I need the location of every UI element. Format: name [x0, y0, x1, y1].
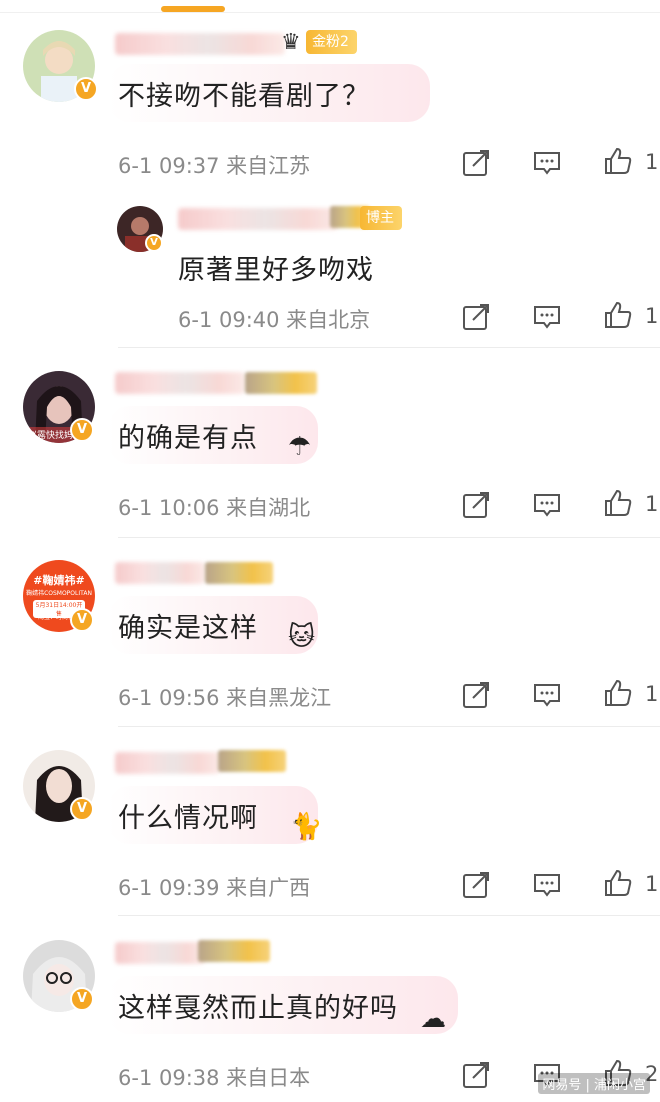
thumbs-up-icon[interactable]	[603, 300, 633, 330]
comment-icon[interactable]	[532, 302, 562, 332]
comment-icon[interactable]	[532, 870, 562, 900]
verified-badge-icon: V	[70, 797, 94, 821]
badge-blurred	[198, 940, 270, 962]
sticker-icon: 🐈	[290, 812, 323, 842]
author-badge: 博主	[360, 206, 402, 230]
username-blurred[interactable]	[115, 562, 205, 584]
crown-icon: ♛	[281, 30, 301, 55]
fan-level-badge: 金粉2	[306, 30, 357, 54]
avatar-tag: #鞠婧祎#	[33, 574, 85, 587]
comment-meta: 6-1 10:06 来自湖北	[118, 496, 311, 520]
verified-badge-icon: V	[70, 418, 94, 442]
share-icon[interactable]	[461, 148, 491, 178]
comment-text: 确实是这样	[118, 613, 258, 644]
top-divider	[0, 12, 660, 13]
badge-blurred	[218, 750, 286, 772]
comment-meta: 6-1 09:40 来自北京	[178, 308, 371, 332]
sticker-icon: ☂	[288, 432, 312, 462]
share-icon[interactable]	[461, 302, 491, 332]
divider	[118, 726, 660, 727]
verified-badge-icon: V	[70, 987, 94, 1011]
avatar-sub1: 鞠婧祎COSMOPOLITAN	[26, 590, 92, 597]
comment-icon[interactable]	[532, 680, 562, 710]
comment-text: 不接吻不能看剧了？	[118, 81, 370, 112]
sticker-icon: ☁	[420, 1004, 446, 1034]
like-count: 1	[645, 304, 659, 328]
avatar-caption: 赵露快找妈	[28, 431, 74, 441]
divider	[118, 915, 660, 916]
share-icon[interactable]	[461, 490, 491, 520]
username-blurred[interactable]	[115, 372, 245, 394]
like-count: 1	[645, 682, 659, 706]
comment-meta: 6-1 09:37 来自江苏	[118, 154, 311, 178]
comment-meta: 6-1 09:39 来自广西	[118, 876, 311, 900]
sticker-icon: 🐱	[288, 622, 316, 652]
like-count: 1	[645, 150, 659, 174]
verified-badge-icon: V	[70, 608, 94, 632]
share-icon[interactable]	[461, 1060, 491, 1090]
like-count: 1	[645, 872, 659, 896]
verified-badge-icon: V	[145, 234, 163, 252]
thumbs-up-icon[interactable]	[603, 488, 633, 518]
thumbs-up-icon[interactable]	[603, 146, 633, 176]
username-blurred[interactable]	[115, 33, 285, 55]
comment-text: 原著里好多吻戏	[178, 255, 374, 286]
comment-meta: 6-1 09:38 来自日本	[118, 1066, 311, 1090]
like-count: 1	[645, 492, 659, 516]
comment-text: 的确是有点	[118, 423, 258, 454]
share-icon[interactable]	[461, 870, 491, 900]
watermark: 网易号 | 浦闲小宫	[538, 1073, 650, 1094]
comment-icon[interactable]	[532, 490, 562, 520]
username-blurred[interactable]	[115, 752, 220, 774]
share-icon[interactable]	[461, 680, 491, 710]
username-blurred[interactable]	[115, 942, 205, 964]
badge-blurred	[205, 562, 273, 584]
comment-icon[interactable]	[532, 148, 562, 178]
comment-meta: 6-1 09:56 来自黑龙江	[118, 686, 332, 710]
divider	[118, 537, 660, 538]
badge-blurred	[245, 372, 317, 394]
divider	[118, 347, 660, 348]
thumbs-up-icon[interactable]	[603, 678, 633, 708]
verified-badge-icon: V	[74, 77, 98, 101]
thumbs-up-icon[interactable]	[603, 868, 633, 898]
comment-text: 什么情况啊	[118, 803, 258, 834]
comment-text: 这样戛然而止真的好吗	[118, 993, 398, 1024]
username-blurred[interactable]	[178, 208, 338, 230]
